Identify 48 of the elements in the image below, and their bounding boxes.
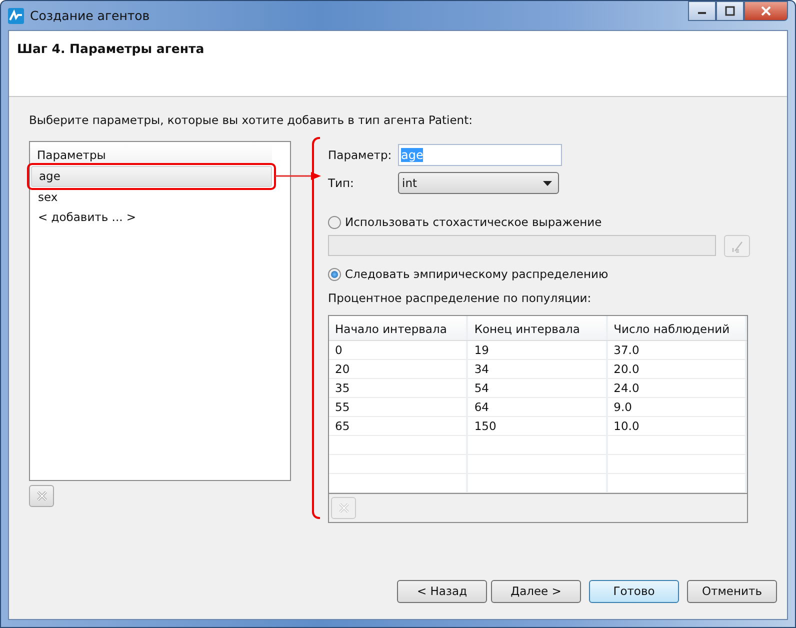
table-cell: 19 <box>468 341 608 359</box>
table-cell: 37.0 <box>608 341 747 359</box>
type-dropdown[interactable]: int <box>398 172 559 194</box>
table-cell: 54 <box>468 379 608 397</box>
dropdown-arrow-icon <box>543 180 552 186</box>
annotation-arrow <box>275 171 321 181</box>
table-cell: 64 <box>468 398 608 416</box>
table-cell: 0 <box>329 341 468 359</box>
dialog-button[interactable]: Готово <box>589 580 679 602</box>
column-header: Конец интервала <box>468 316 608 340</box>
radio-option[interactable]: Использовать стохастическое выражение <box>328 215 767 229</box>
table-cell: 10.0 <box>608 417 747 435</box>
table-cell: 55 <box>329 398 468 416</box>
distribution-label: Процентное распределение по популяции: <box>328 291 592 305</box>
radio-option[interactable]: Следовать эмпирическому распределению <box>328 267 767 281</box>
maximize-icon <box>725 6 735 16</box>
dialog-button[interactable]: Далее > <box>491 580 581 602</box>
delete-icon <box>338 502 350 514</box>
dialog-button[interactable]: < Назад <box>397 580 487 602</box>
window-title: Создание агентов <box>30 8 150 23</box>
table-cell: 35 <box>329 379 468 397</box>
close-button[interactable] <box>744 1 788 21</box>
table-cell: 9.0 <box>608 398 747 416</box>
table-cell: 34 <box>468 360 608 378</box>
table-cell: 150 <box>468 417 608 435</box>
list-item[interactable]: sex <box>31 188 272 207</box>
table-cell: 65 <box>329 417 468 435</box>
table-cell: 20 <box>329 360 468 378</box>
delete-row-button[interactable] <box>331 497 356 519</box>
expression-editor-button[interactable] <box>724 235 750 257</box>
delete-button[interactable] <box>29 485 54 507</box>
close-icon <box>761 6 771 16</box>
column-header: Число наблюдений <box>608 316 747 340</box>
table-cell: 24.0 <box>608 379 747 397</box>
parameter-label: Параметр: <box>328 148 393 162</box>
column-header: Начало интервала <box>329 316 468 340</box>
expression-field[interactable] <box>328 235 716 256</box>
table-cell: 20.0 <box>608 360 747 378</box>
minimize-button[interactable] <box>688 1 716 21</box>
type-label: Тип: <box>328 176 355 190</box>
instruction-text: Выберите параметры, которые вы хотите добавить в тип агента Patient: <box>29 113 474 127</box>
maximize-button[interactable] <box>716 1 744 21</box>
delete-icon <box>36 490 48 502</box>
app-logo-icon <box>8 8 24 24</box>
list-item[interactable]: < добавить ... > <box>31 208 272 227</box>
pen-icon <box>730 239 744 253</box>
dialog-button[interactable]: Отменить <box>687 580 777 602</box>
step-title: Шаг 4. Параметры агента <box>17 41 204 56</box>
